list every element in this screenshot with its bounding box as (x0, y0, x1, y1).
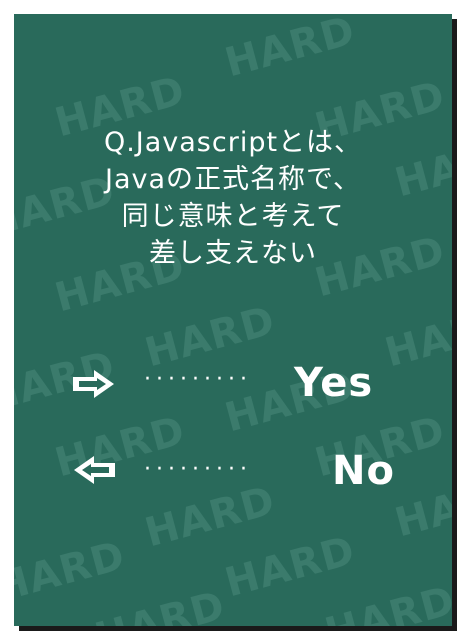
quiz-card: HARD HARD HARD HARD HARD HARD HARD HARD … (14, 14, 452, 626)
arrow-left-icon (74, 456, 115, 484)
question-text: Q.Javascriptとは、 Javaの正式名称で、 同じ意味と考えて 差し支… (14, 124, 452, 272)
watermark-text: HARD (320, 577, 452, 626)
question-line: Javaの正式名称で、 (105, 164, 361, 195)
arrow-right-icon (73, 370, 114, 398)
yes-answer-option[interactable]: ········· Yes (14, 354, 452, 414)
watermark-text: HARD (220, 527, 361, 607)
no-label: No (332, 448, 395, 494)
watermark-text: HARD (220, 14, 361, 87)
dotted-leader: ········· (144, 457, 252, 482)
question-line: Q.Javascriptとは、 (103, 127, 363, 158)
watermark-text: HARD (90, 582, 231, 626)
dotted-leader: ········· (144, 367, 252, 392)
question-line: 差し支えない (149, 238, 317, 269)
yes-label: Yes (294, 360, 374, 406)
watermark-text: HARD (14, 532, 131, 612)
question-line: 同じ意味と考えて (121, 201, 345, 232)
no-answer-option[interactable]: ········· No (14, 442, 452, 502)
